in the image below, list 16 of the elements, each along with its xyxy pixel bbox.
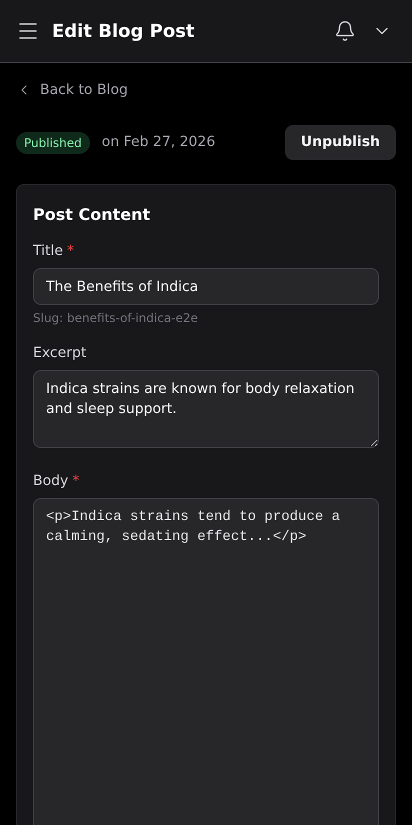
- bell-icon[interactable]: [334, 20, 356, 42]
- status-badge: Published: [16, 132, 90, 154]
- field-label: Title: [33, 242, 64, 261]
- slug-hint: Slug: benefits-of-indica-e2e: [33, 310, 199, 327]
- back-link[interactable]: Back to Blog: [16, 79, 396, 101]
- field-label: Excerpt: [33, 344, 86, 363]
- title-field[interactable]: The Benefits of Indica: [33, 268, 379, 305]
- body-field[interactable]: <p>Indica strains tend to produce a calming, sedating effect...</p>: [33, 498, 379, 825]
- page-title: Edit Blog Post: [52, 20, 195, 44]
- unpublish-button[interactable]: Unpublish: [284, 125, 396, 160]
- excerpt-field[interactable]: Indica strains are known for body relaxation and sleep support.: [33, 370, 379, 448]
- required-mark: *: [72, 472, 80, 491]
- required-mark: *: [67, 242, 74, 261]
- field-label: Body: [33, 472, 68, 491]
- card-title: Post Content: [33, 204, 152, 226]
- publish-date: on Feb 27, 2026: [102, 133, 216, 152]
